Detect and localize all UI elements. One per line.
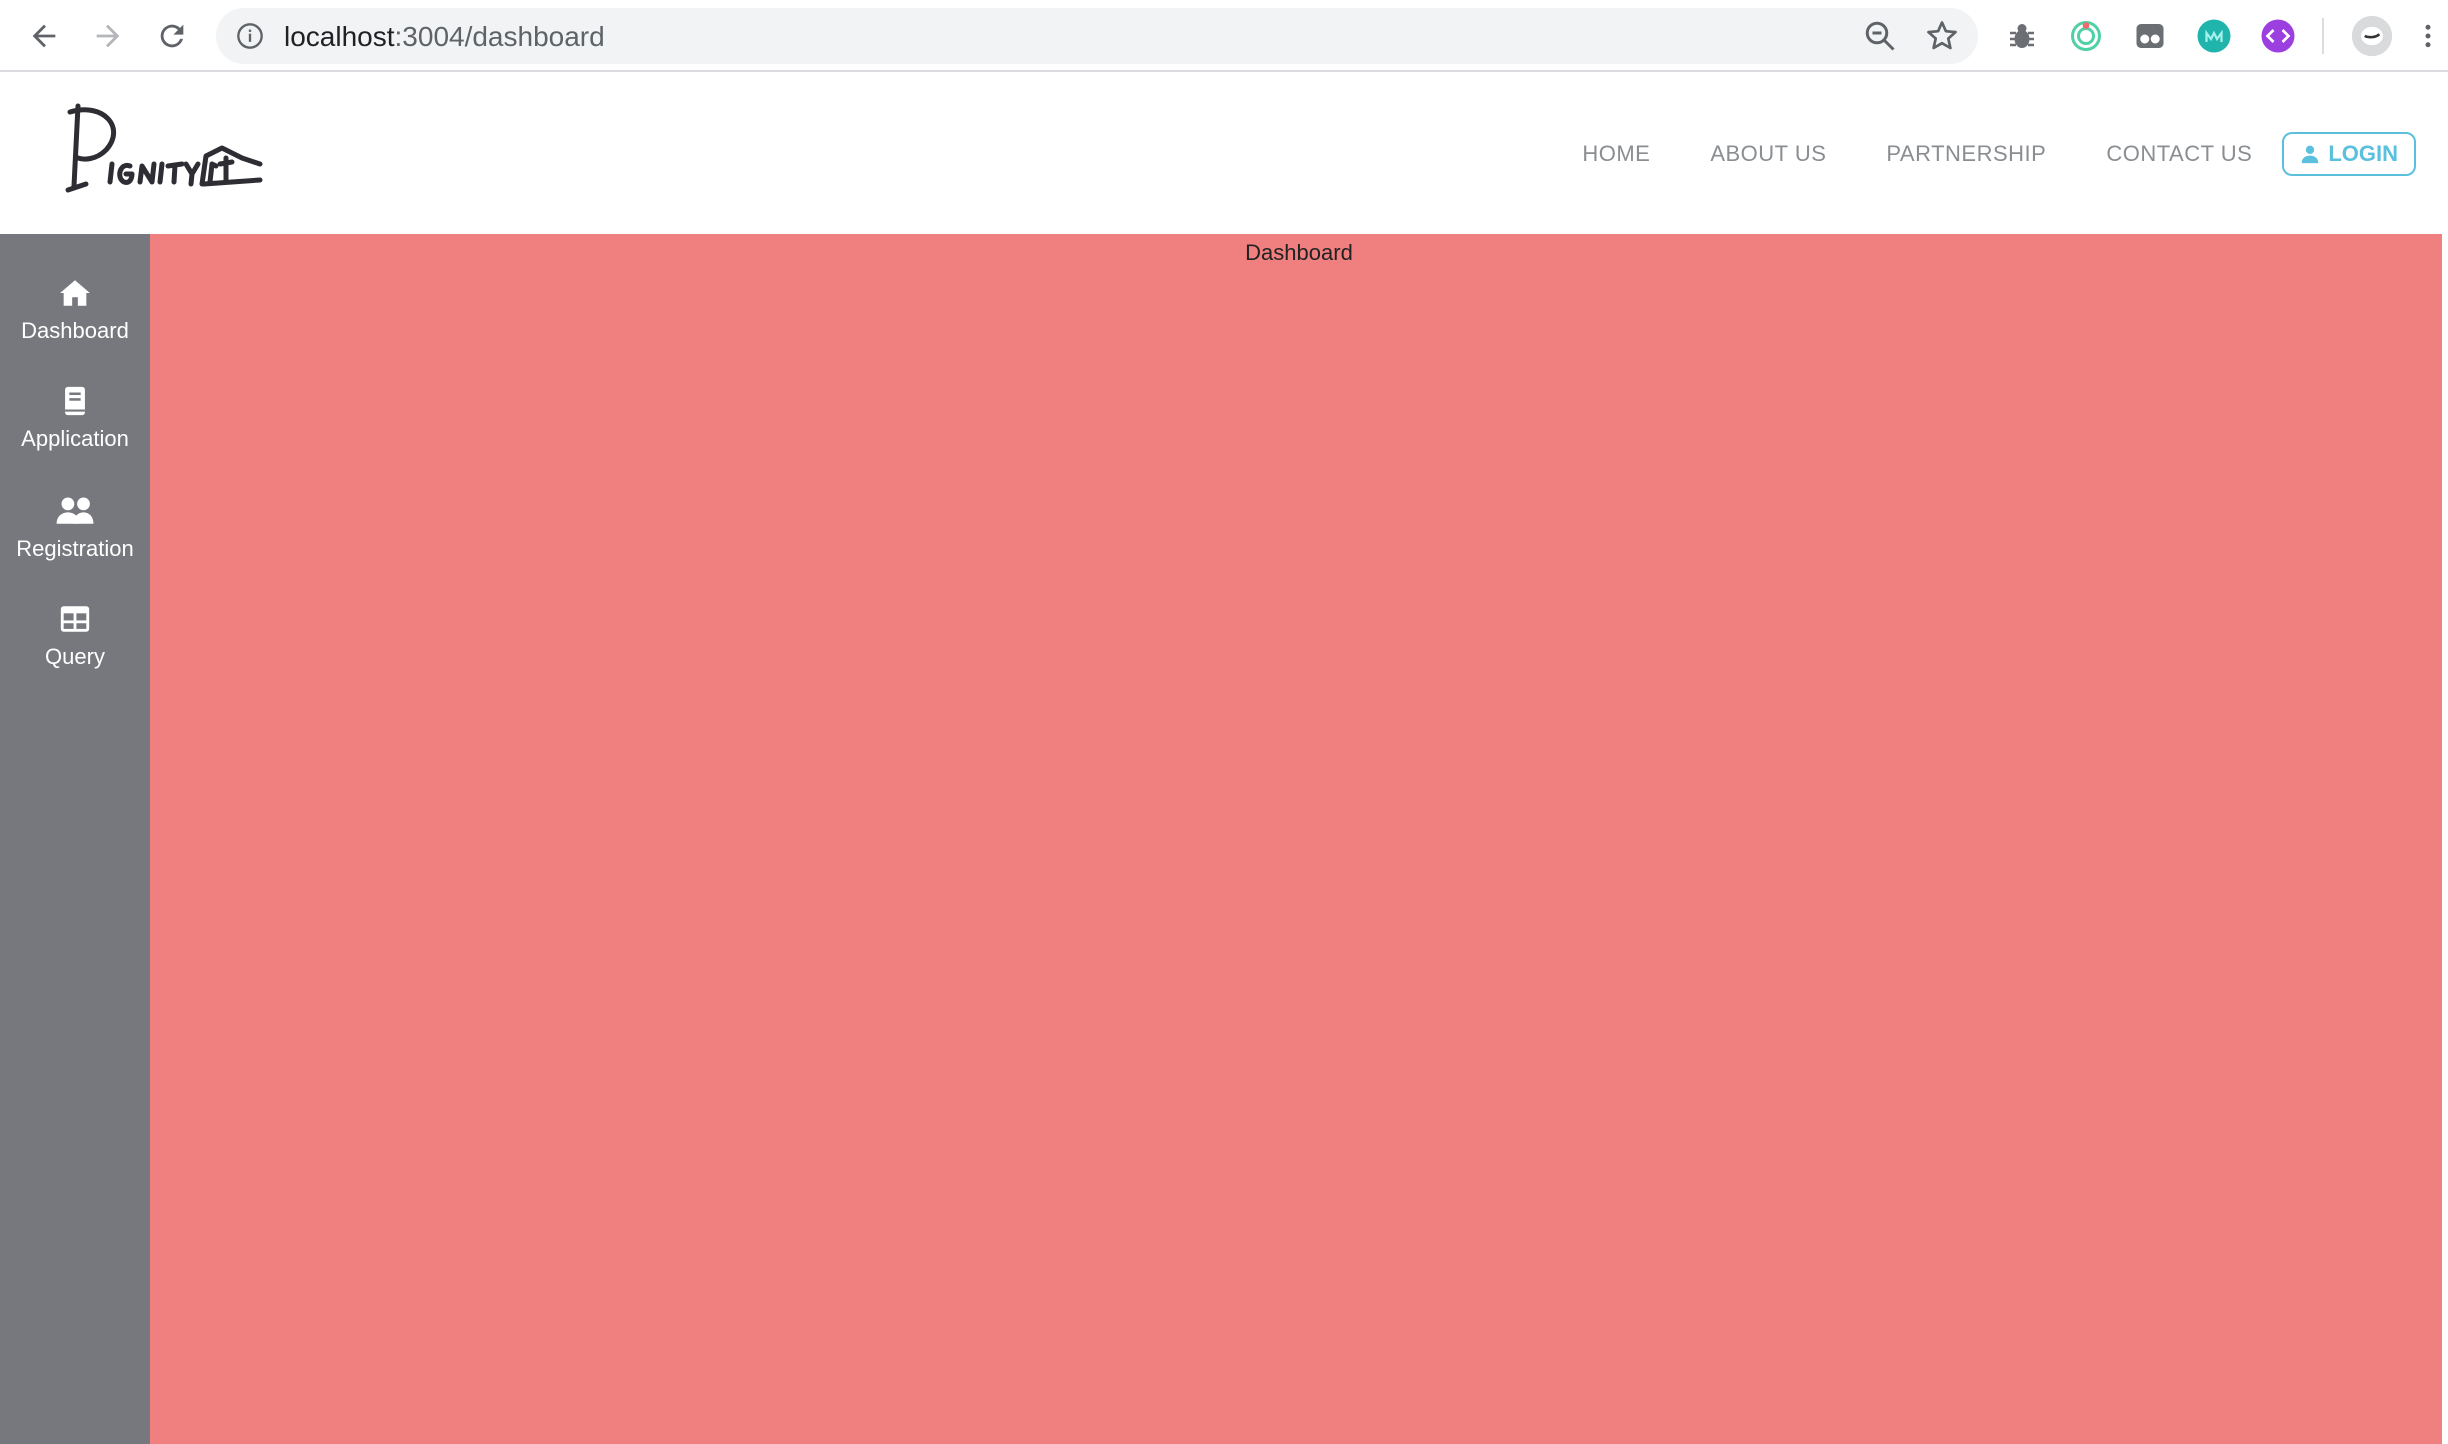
sidebar-item-application[interactable]: Application [0, 384, 150, 484]
extension-bug-icon[interactable] [2004, 18, 2040, 54]
url-path: :3004/dashboard [394, 21, 605, 52]
user-icon [2301, 145, 2319, 164]
nav-contact-us[interactable]: CONTACT US [2106, 141, 2252, 167]
dignity-logo-icon [65, 103, 263, 193]
bug-icon [2010, 24, 2034, 48]
url-text[interactable]: localhost:3004/dashboard [284, 21, 605, 53]
main-nav: HOME ABOUT US PARTNERSHIP CONTACT US LOG… [1522, 132, 2416, 176]
extension-glasses-icon[interactable] [2132, 18, 2168, 54]
info-icon[interactable] [236, 22, 264, 50]
sidebar-item-dashboard[interactable]: Dashboard [0, 276, 150, 376]
toolbar-divider [2322, 18, 2324, 54]
sidebar-item-label: Registration [16, 536, 134, 561]
code-circle-icon [2261, 19, 2295, 53]
address-bar[interactable]: localhost:3004/dashboard [216, 8, 1978, 64]
nav-partnership[interactable]: PARTNERSHIP [1886, 141, 2046, 167]
sidebar-item-query[interactable]: Query [0, 602, 150, 702]
login-button[interactable]: LOGIN [2282, 132, 2416, 176]
profile-avatar[interactable] [2350, 14, 2394, 58]
url-host: localhost [284, 21, 395, 52]
zoom-out-icon[interactable] [1862, 18, 1898, 54]
extension-target-icon[interactable] [2068, 18, 2104, 54]
table-icon [60, 606, 90, 632]
users-icon [56, 497, 94, 524]
reload-icon [160, 24, 184, 48]
extension-code-icon[interactable] [2260, 18, 2296, 54]
arrow-left-icon [32, 24, 56, 48]
reload-button[interactable] [150, 14, 194, 58]
book-icon [65, 386, 85, 416]
sidebar: Dashboard Application Registration Query [0, 234, 150, 1444]
browser-toolbar: localhost:3004/dashboard [0, 0, 2448, 72]
browser-menu-button[interactable] [2418, 18, 2438, 54]
avatar-icon [2351, 15, 2393, 57]
sidebar-item-registration[interactable]: Registration [0, 494, 150, 594]
nav-home[interactable]: HOME [1582, 141, 1650, 167]
m-circle-icon [2197, 19, 2231, 53]
more-vert-icon [2425, 24, 2431, 48]
nav-about-us[interactable]: ABOUT US [1710, 141, 1826, 167]
sidebar-item-label: Query [45, 644, 105, 669]
sidebar-item-label: Application [21, 426, 129, 451]
main-content: Dashboard [150, 234, 2448, 1444]
right-edge [2442, 234, 2448, 1444]
brand-logo[interactable] [64, 98, 264, 198]
arrow-right-icon [96, 24, 120, 48]
glasses-icon [2136, 24, 2164, 48]
page-title: Dashboard [1245, 240, 1353, 265]
target-icon [2071, 21, 2101, 51]
home-icon [60, 280, 90, 306]
site-header: HOME ABOUT US PARTNERSHIP CONTACT US LOG… [0, 72, 2448, 234]
forward-button[interactable] [86, 14, 130, 58]
login-label: LOGIN [2328, 141, 2398, 166]
back-button[interactable] [22, 14, 66, 58]
sidebar-item-label: Dashboard [21, 318, 129, 343]
bookmark-star-icon[interactable] [1924, 18, 1960, 54]
extension-m-icon[interactable] [2196, 18, 2232, 54]
